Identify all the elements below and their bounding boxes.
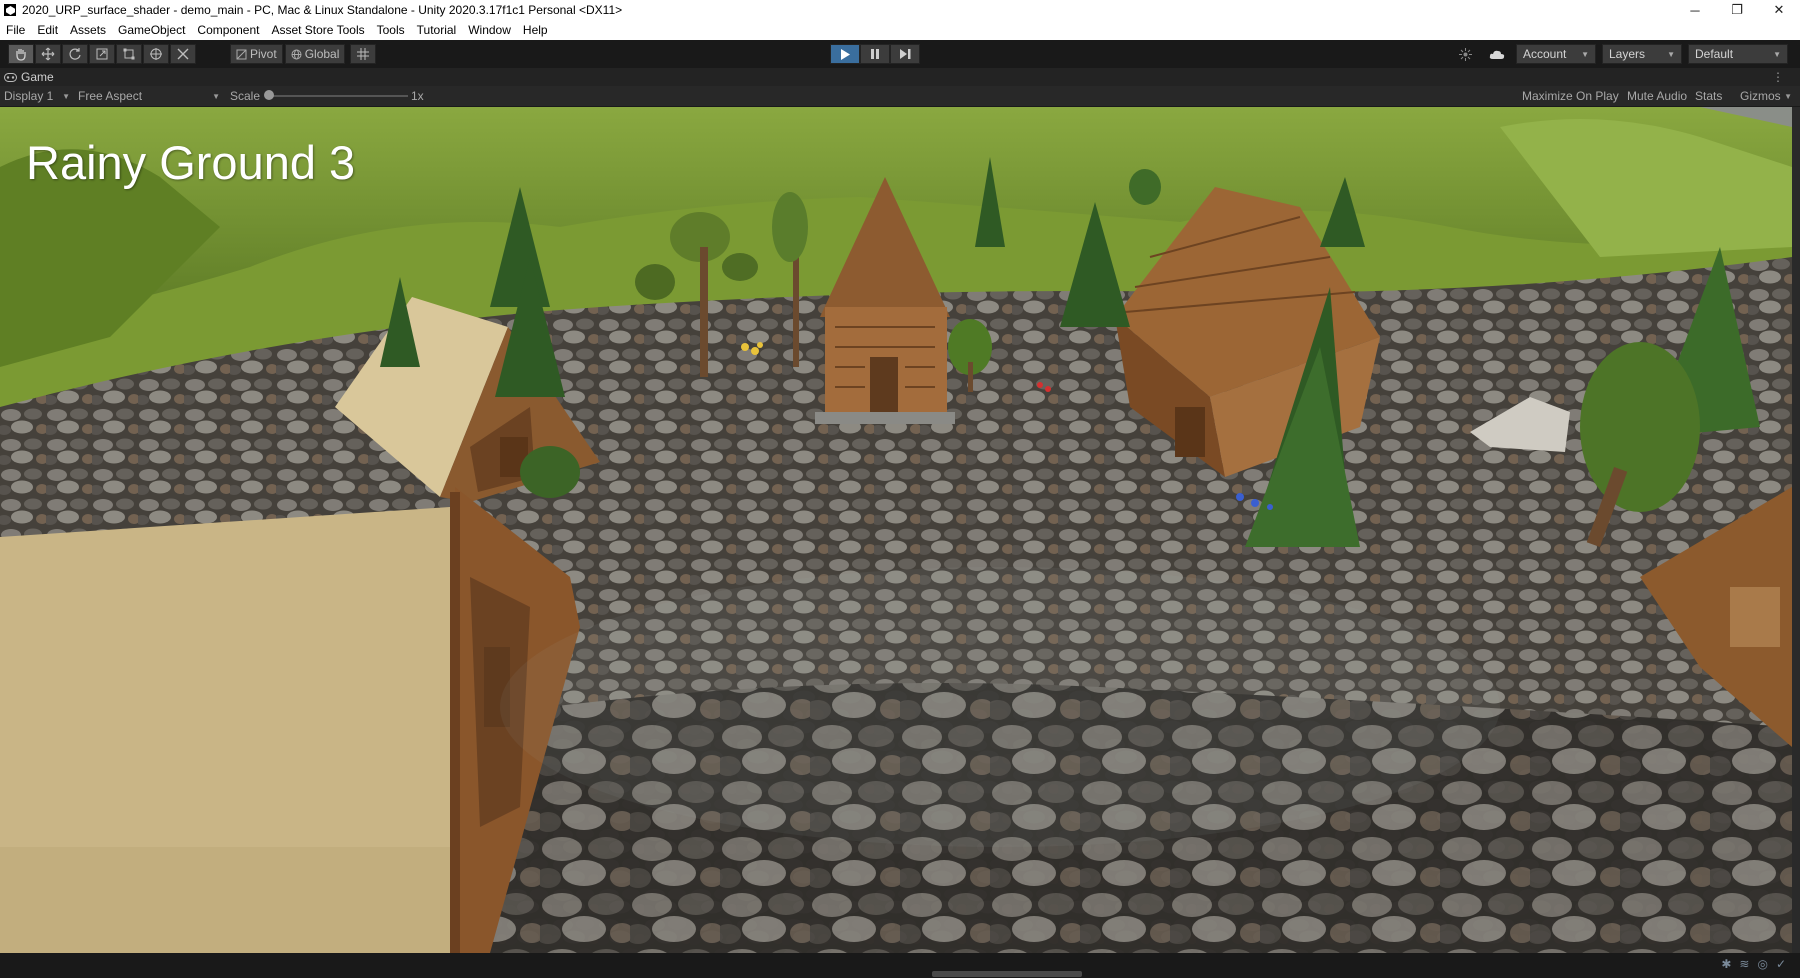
menu-assets[interactable]: Assets bbox=[64, 20, 112, 40]
hand-tool-button[interactable] bbox=[8, 44, 34, 64]
step-button[interactable] bbox=[890, 44, 920, 64]
scene-render bbox=[0, 107, 1792, 953]
game-view-bar: Display 1 ▼ Free Aspect ▼ Scale 1x Maxim… bbox=[0, 86, 1800, 107]
step-icon bbox=[899, 49, 910, 59]
grid-snap-button[interactable] bbox=[350, 44, 376, 64]
hand-icon bbox=[16, 49, 26, 61]
chevron-down-icon: ▼ bbox=[212, 91, 220, 101]
game-viewport[interactable]: Rainy Ground 3 bbox=[0, 107, 1792, 953]
transform-icon bbox=[150, 48, 162, 60]
pause-icon bbox=[871, 49, 879, 59]
layers-dropdown[interactable]: Layers ▼ bbox=[1602, 44, 1682, 64]
rotate-icon bbox=[69, 48, 81, 60]
pivot-toggle[interactable]: Pivot bbox=[230, 44, 283, 64]
bug-icon[interactable]: ✱ bbox=[1721, 957, 1731, 971]
chevron-down-icon: ▼ bbox=[62, 91, 70, 101]
scale-value: 1x bbox=[411, 89, 424, 103]
display-dropdown[interactable]: Display 1 ▼ bbox=[4, 86, 70, 106]
layout-label: Default bbox=[1695, 47, 1734, 61]
aspect-dropdown[interactable]: Free Aspect ▼ bbox=[78, 86, 220, 106]
layers-label: Layers bbox=[1609, 47, 1646, 61]
chevron-down-icon: ▼ bbox=[1581, 49, 1589, 59]
pivot-label: Pivot bbox=[250, 47, 277, 61]
menu-tutorial[interactable]: Tutorial bbox=[411, 20, 463, 40]
scale-icon bbox=[96, 48, 108, 60]
scene-title: Rainy Ground 3 bbox=[26, 136, 356, 189]
rect-icon bbox=[123, 48, 135, 60]
menu-gameobject[interactable]: GameObject bbox=[112, 20, 191, 40]
menu-help[interactable]: Help bbox=[517, 20, 554, 40]
play-icon bbox=[841, 48, 850, 60]
menu-window[interactable]: Window bbox=[462, 20, 517, 40]
account-dropdown[interactable]: Account ▼ bbox=[1516, 44, 1596, 64]
gizmos-label: Gizmos bbox=[1740, 89, 1781, 103]
settings-icon[interactable]: ◎ bbox=[1757, 957, 1767, 971]
chevron-down-icon: ▼ bbox=[1773, 49, 1781, 59]
scale-slider-thumb[interactable] bbox=[264, 90, 274, 100]
pause-button[interactable] bbox=[860, 44, 890, 64]
grid-icon bbox=[357, 48, 369, 60]
right-toolbar: Account ▼ Layers ▼ Default ▼ bbox=[1452, 44, 1788, 64]
cloud-button[interactable] bbox=[1484, 44, 1510, 64]
pivot-icon bbox=[236, 49, 247, 59]
vertical-scrollbar[interactable] bbox=[1792, 107, 1800, 953]
chevron-down-icon: ▼ bbox=[1667, 49, 1675, 59]
tab-menu-icon[interactable]: ⋮ bbox=[1772, 70, 1784, 84]
custom-tool-button[interactable] bbox=[170, 44, 196, 64]
horizontal-scrollbar[interactable] bbox=[932, 971, 1082, 977]
menu-bar: File Edit Assets GameObject Component As… bbox=[0, 20, 1800, 40]
rotate-tool-button[interactable] bbox=[62, 44, 88, 64]
menu-edit[interactable]: Edit bbox=[31, 20, 64, 40]
aspect-label: Free Aspect bbox=[78, 89, 143, 103]
restore-button[interactable]: ❐ bbox=[1716, 0, 1758, 20]
globe-icon bbox=[291, 49, 302, 59]
custom-tool-icon bbox=[177, 48, 189, 60]
scale-label: Scale bbox=[230, 89, 261, 103]
account-label: Account bbox=[1523, 47, 1567, 61]
play-button[interactable] bbox=[830, 44, 860, 64]
gizmos-dropdown[interactable]: Gizmos ▼ bbox=[1740, 86, 1792, 106]
grid-snap-group bbox=[350, 44, 377, 64]
move-tool-button[interactable] bbox=[35, 44, 61, 64]
move-icon bbox=[41, 47, 55, 61]
global-toggle[interactable]: Global bbox=[284, 44, 346, 64]
playback-controls bbox=[830, 44, 920, 64]
tab-game-label: Game bbox=[21, 70, 54, 84]
collab-button[interactable] bbox=[1452, 44, 1478, 64]
menu-tools[interactable]: Tools bbox=[371, 20, 411, 40]
status-bar: ✱ ≋ ◎ ✓ bbox=[0, 953, 1800, 978]
scale-slider-track[interactable] bbox=[268, 95, 408, 97]
gamepad-icon bbox=[4, 72, 17, 82]
maximize-on-play-toggle[interactable]: Maximize On Play bbox=[1522, 86, 1619, 106]
menu-file[interactable]: File bbox=[0, 20, 31, 40]
layers-stack-icon[interactable]: ≋ bbox=[1739, 957, 1749, 971]
cloud-icon bbox=[1489, 50, 1505, 59]
minimize-button[interactable]: ─ bbox=[1674, 0, 1716, 20]
check-circle-icon[interactable]: ✓ bbox=[1776, 957, 1786, 971]
global-label: Global bbox=[304, 47, 340, 61]
mute-audio-toggle[interactable]: Mute Audio bbox=[1627, 86, 1687, 106]
menu-component[interactable]: Component bbox=[191, 20, 265, 40]
unity-logo-icon bbox=[4, 4, 16, 16]
collab-icon bbox=[1458, 47, 1472, 61]
transform-tool-button[interactable] bbox=[143, 44, 169, 64]
rect-tool-button[interactable] bbox=[116, 44, 142, 64]
main-toolbar: Pivot Global Account ▼ Layers ▼ Default … bbox=[0, 40, 1800, 69]
stats-toggle[interactable]: Stats bbox=[1695, 86, 1722, 106]
game-tab-bar: Game ⋮ bbox=[0, 68, 1800, 86]
window-title: 2020_URP_surface_shader - demo_main - PC… bbox=[22, 3, 623, 17]
menu-asset-store-tools[interactable]: Asset Store Tools bbox=[265, 20, 370, 40]
chevron-down-icon: ▼ bbox=[1784, 91, 1792, 101]
tab-game[interactable]: Game bbox=[4, 68, 54, 86]
close-button[interactable]: ✕ bbox=[1758, 0, 1800, 20]
transform-tools bbox=[8, 44, 197, 64]
title-bar: 2020_URP_surface_shader - demo_main - PC… bbox=[0, 0, 1800, 20]
layout-dropdown[interactable]: Default ▼ bbox=[1688, 44, 1788, 64]
handle-toggles: Pivot Global bbox=[230, 44, 346, 64]
scale-tool-button[interactable] bbox=[89, 44, 115, 64]
display-label: Display 1 bbox=[4, 89, 54, 103]
